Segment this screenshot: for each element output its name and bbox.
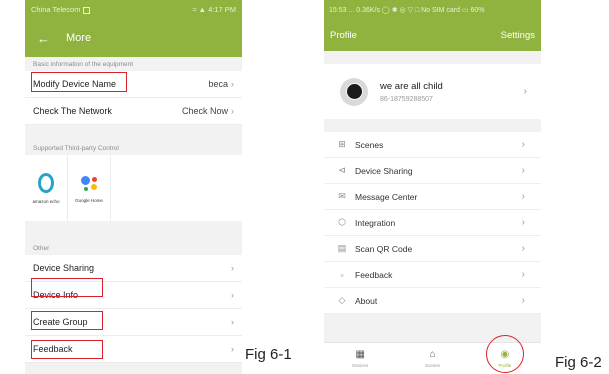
avatar [340,77,368,106]
carrier-text: China Telecom [31,5,81,14]
settings-button[interactable]: Settings [501,30,535,41]
google-assistant-icon [79,174,99,192]
google-home-label: Google Home [75,197,103,203]
device-name-value: beca [208,79,228,89]
chevron-right-icon: › [521,191,525,202]
highlight-circle-profile [485,335,524,373]
menu-item-feedback[interactable]: ▫ Feedback › [324,262,541,288]
highlight-box-device-info [31,278,103,297]
phone-profile-screen: 15:53 ... 0.36K/s ◯ ✱ ◎ ▽ □ No SIM card … [324,0,541,374]
profile-name: we are all child [380,80,443,92]
section-other: Other [33,244,50,252]
chevron-right-icon: › [231,317,234,327]
chevron-right-icon: › [231,106,234,116]
profile-menu: ⊞ Scenes › ⊲ Device Sharing › ✉ Message … [324,132,541,314]
figure-caption-2: Fig 6-2 [555,354,602,371]
google-home-tile[interactable]: Google Home [68,155,111,221]
page-title: More [66,32,92,44]
status-bar: 15:53 ... 0.36K/s ◯ ✱ ◎ ▽ □ No SIM card … [324,0,541,19]
menu-item-integration[interactable]: ⬡ Integration › [324,210,541,236]
chevron-right-icon: › [521,139,525,150]
scenes-icon: ⊞ [338,139,346,149]
chevron-right-icon: › [231,344,234,354]
page-title: Profile [330,29,357,41]
feedback-icon: ▫ [340,269,344,280]
chevron-right-icon: › [231,263,234,273]
integration-icon: ⬡ [338,217,346,227]
menu-item-scan-qr-code[interactable]: ▤ Scan QR Code › [324,236,541,262]
menu-item-about[interactable]: ◇ About › [324,288,541,314]
device-sharing-label: Device Sharing [33,263,95,273]
profile-phone: 86-18759288507 [380,95,433,103]
home-icon: ⌂ [429,348,436,360]
chevron-right-icon: › [521,243,525,254]
share-icon: ⊲ [338,165,346,175]
chevron-right-icon: › [521,165,525,176]
highlight-box-create-group [31,311,103,330]
message-icon: ✉ [338,191,346,201]
header-bar: ← More [25,19,242,57]
figure-caption-1: Fig 6-1 [245,346,292,363]
section-basic-info: Basic information of the equipment [33,60,134,68]
tab-devices[interactable]: ▦ Devices [324,343,396,374]
qr-code-icon: ▤ [337,243,347,253]
chevron-right-icon: › [521,217,525,228]
chevron-right-icon: › [521,295,525,306]
tab-profile[interactable]: ◉ Profile [469,335,541,374]
check-network-row[interactable]: Check The Network Check Now › [25,98,242,125]
section-third-party: Supported Third-party Control [33,144,119,152]
clock-text: 4:17 PM [208,5,236,14]
highlight-box-feedback [31,340,103,359]
status-bar: China Telecom ≈ ▲ 4:17 PM [25,0,242,19]
bottom-tab-bar: ▦ Devices ⌂ Scenes ◉ Profile [324,335,541,374]
profile-card[interactable]: we are all child 86-18759288507 › [324,64,541,119]
highlight-box-modify-name [31,72,127,92]
chevron-right-icon: › [523,86,527,97]
sim-icon [83,6,91,14]
amazon-echo-tile[interactable]: amazon echo [25,155,68,221]
about-icon: ◇ [338,295,346,305]
phone-more-screen: China Telecom ≈ ▲ 4:17 PM ← More Basic i… [25,0,242,374]
menu-item-device-sharing[interactable]: ⊲ Device Sharing › [324,158,541,184]
menu-item-message-center[interactable]: ✉ Message Center › [324,184,541,210]
devices-icon: ▦ [355,348,365,360]
third-party-grid: amazon echo Google Home [25,155,242,221]
check-now-value: Check Now [181,106,228,116]
tab-scenes[interactable]: ⌂ Scenes [396,343,468,374]
back-arrow-icon[interactable]: ← [37,31,50,46]
check-network-label: Check The Network [33,106,112,116]
chevron-right-icon: › [231,79,234,89]
menu-item-scenes[interactable]: ⊞ Scenes › [324,132,541,158]
amazon-echo-label: amazon echo [32,198,60,204]
amazon-echo-icon [38,172,54,193]
chevron-right-icon: › [231,290,234,300]
header-bar: Profile Settings [324,19,541,51]
chevron-right-icon: › [521,269,525,280]
